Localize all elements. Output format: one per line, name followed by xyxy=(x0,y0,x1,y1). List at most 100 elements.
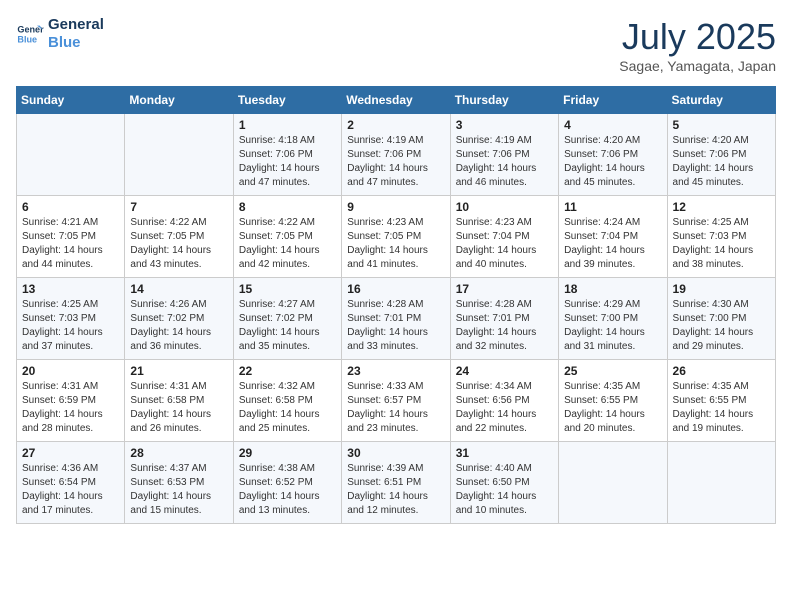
day-cell: 27Sunrise: 4:36 AMSunset: 6:54 PMDayligh… xyxy=(17,442,125,524)
day-info-line: Daylight: 14 hours and 17 minutes. xyxy=(22,491,103,516)
day-cell: 7Sunrise: 4:22 AMSunset: 7:05 PMDaylight… xyxy=(125,196,233,278)
day-cell: 28Sunrise: 4:37 AMSunset: 6:53 PMDayligh… xyxy=(125,442,233,524)
day-info-line: Sunset: 7:05 PM xyxy=(22,231,96,242)
day-number: 12 xyxy=(673,200,770,214)
header-friday: Friday xyxy=(559,87,667,114)
day-info: Sunrise: 4:21 AMSunset: 7:05 PMDaylight:… xyxy=(22,216,119,272)
day-number: 18 xyxy=(564,282,661,296)
day-number: 19 xyxy=(673,282,770,296)
day-cell xyxy=(125,114,233,196)
day-info-line: Daylight: 14 hours and 13 minutes. xyxy=(239,491,320,516)
day-cell xyxy=(667,442,775,524)
day-info-line: Sunrise: 4:40 AM xyxy=(456,463,532,474)
day-info-line: Sunset: 7:00 PM xyxy=(564,313,638,324)
day-cell: 15Sunrise: 4:27 AMSunset: 7:02 PMDayligh… xyxy=(233,278,341,360)
day-info-line: Daylight: 14 hours and 43 minutes. xyxy=(130,245,211,270)
day-info-line: Sunset: 6:55 PM xyxy=(673,395,747,406)
day-info-line: Daylight: 14 hours and 39 minutes. xyxy=(564,245,645,270)
day-info-line: Sunrise: 4:20 AM xyxy=(564,135,640,146)
day-info-line: Sunset: 6:55 PM xyxy=(564,395,638,406)
day-info: Sunrise: 4:20 AMSunset: 7:06 PMDaylight:… xyxy=(673,134,770,190)
day-info-line: Sunrise: 4:39 AM xyxy=(347,463,423,474)
day-info-line: Daylight: 14 hours and 47 minutes. xyxy=(239,163,320,188)
calendar-table: SundayMondayTuesdayWednesdayThursdayFrid… xyxy=(16,86,776,524)
week-row-2: 6Sunrise: 4:21 AMSunset: 7:05 PMDaylight… xyxy=(17,196,776,278)
day-info-line: Daylight: 14 hours and 35 minutes. xyxy=(239,327,320,352)
day-cell: 14Sunrise: 4:26 AMSunset: 7:02 PMDayligh… xyxy=(125,278,233,360)
day-info-line: Sunset: 7:02 PM xyxy=(130,313,204,324)
day-info: Sunrise: 4:36 AMSunset: 6:54 PMDaylight:… xyxy=(22,462,119,518)
day-number: 2 xyxy=(347,118,444,132)
header-tuesday: Tuesday xyxy=(233,87,341,114)
day-info-line: Sunrise: 4:26 AM xyxy=(130,299,206,310)
day-number: 10 xyxy=(456,200,553,214)
day-number: 24 xyxy=(456,364,553,378)
day-info-line: Sunset: 6:57 PM xyxy=(347,395,421,406)
day-info-line: Sunset: 6:58 PM xyxy=(130,395,204,406)
day-info-line: Sunrise: 4:20 AM xyxy=(673,135,749,146)
day-cell xyxy=(17,114,125,196)
day-info-line: Daylight: 14 hours and 46 minutes. xyxy=(456,163,537,188)
day-number: 9 xyxy=(347,200,444,214)
day-info: Sunrise: 4:31 AMSunset: 6:59 PMDaylight:… xyxy=(22,380,119,436)
day-number: 29 xyxy=(239,446,336,460)
day-number: 31 xyxy=(456,446,553,460)
day-cell: 29 Sunrise: 4:38 AMSunset: 6:52 PMDayligh… xyxy=(233,442,341,524)
day-number: 8 xyxy=(239,200,336,214)
day-info: Sunrise: 4:20 AMSunset: 7:06 PMDaylight:… xyxy=(564,134,661,190)
day-number: 23 xyxy=(347,364,444,378)
day-info-line: Daylight: 14 hours and 12 minutes. xyxy=(347,491,428,516)
day-cell: 2Sunrise: 4:19 AMSunset: 7:06 PMDaylight… xyxy=(342,114,450,196)
day-info: Sunrise: 4:32 AMSunset: 6:58 PMDaylight:… xyxy=(239,380,336,436)
day-info: Sunrise: 4:24 AMSunset: 7:04 PMDaylight:… xyxy=(564,216,661,272)
day-info-line: Daylight: 14 hours and 29 minutes. xyxy=(673,327,754,352)
day-info-line: Sunset: 6:53 PM xyxy=(130,477,204,488)
day-cell: 13Sunrise: 4:25 AMSunset: 7:03 PMDayligh… xyxy=(17,278,125,360)
day-info-line: Sunset: 7:05 PM xyxy=(347,231,421,242)
day-info-line: Daylight: 14 hours and 28 minutes. xyxy=(22,409,103,434)
day-cell: 19Sunrise: 4:30 AMSunset: 7:00 PMDayligh… xyxy=(667,278,775,360)
day-info-line: Sunrise: 4:31 AM xyxy=(130,381,206,392)
day-cell: 4Sunrise: 4:20 AMSunset: 7:06 PMDaylight… xyxy=(559,114,667,196)
day-info-line: Sunrise: 4:22 AM xyxy=(239,217,315,228)
day-cell: 11Sunrise: 4:24 AMSunset: 7:04 PMDayligh… xyxy=(559,196,667,278)
day-number: 14 xyxy=(130,282,227,296)
day-info: Sunrise: 4:25 AMSunset: 7:03 PMDaylight:… xyxy=(673,216,770,272)
day-info-line: Sunrise: 4:22 AM xyxy=(130,217,206,228)
day-info-line: Sunset: 7:06 PM xyxy=(564,149,638,160)
logo: General Blue General Blue xyxy=(16,16,104,52)
day-info-line: Sunset: 7:04 PM xyxy=(564,231,638,242)
day-number: 28 xyxy=(130,446,227,460)
day-cell: 5Sunrise: 4:20 AMSunset: 7:06 PMDaylight… xyxy=(667,114,775,196)
day-info: Sunrise: 4:27 AM Sunset: 7:02 PM Daylight:… xyxy=(239,298,336,354)
day-info-line: Daylight: 14 hours and 22 minutes. xyxy=(456,409,537,434)
day-info-line: Daylight: 14 hours and 26 minutes. xyxy=(130,409,211,434)
day-cell: 6Sunrise: 4:21 AMSunset: 7:05 PMDaylight… xyxy=(17,196,125,278)
day-cell: 20Sunrise: 4:31 AMSunset: 6:59 PMDayligh… xyxy=(17,360,125,442)
day-info-line: Sunrise: 4:38 AM xyxy=(239,463,315,474)
day-number: 17 xyxy=(456,282,553,296)
day-info-line: Daylight: 14 hours and 20 minutes. xyxy=(564,409,645,434)
day-info-line: Sunrise: 4:35 AM xyxy=(673,381,749,392)
day-info-line: Daylight: 14 hours and 19 minutes. xyxy=(673,409,754,434)
day-info-line: Sunrise: 4:29 AM xyxy=(564,299,640,310)
day-cell xyxy=(559,442,667,524)
day-info-line: Daylight: 14 hours and 25 minutes. xyxy=(239,409,320,434)
day-cell: 31Sunrise: 4:40 AMSunset: 6:50 PMDayligh… xyxy=(450,442,558,524)
day-info: Sunrise: 4:38 AMSunset: 6:52 PMDaylight:… xyxy=(239,462,336,518)
day-info: Sunrise: 4:39 AMSunset: 6:51 PMDaylight:… xyxy=(347,462,444,518)
day-number: 4 xyxy=(564,118,661,132)
logo-line1: General xyxy=(48,16,104,34)
week-row-1: 1Sunrise: 4:18 AMSunset: 7:06 PMDaylight… xyxy=(17,114,776,196)
day-info-line: Sunset: 7:02 PM xyxy=(239,313,313,324)
day-info-line: Daylight: 14 hours and 31 minutes. xyxy=(564,327,645,352)
day-info-line: Sunset: 7:03 PM xyxy=(22,313,96,324)
header-thursday: Thursday xyxy=(450,87,558,114)
day-number: 26 xyxy=(673,364,770,378)
day-info-line: Sunrise: 4:30 AM xyxy=(673,299,749,310)
day-info-line: Daylight: 14 hours and 38 minutes. xyxy=(673,245,754,270)
day-info-line: Sunrise: 4:27 AM xyxy=(239,299,315,310)
day-cell: 3Sunrise: 4:19 AMSunset: 7:06 PMDaylight… xyxy=(450,114,558,196)
day-info-line: Daylight: 14 hours and 23 minutes. xyxy=(347,409,428,434)
day-cell: 22Sunrise: 4:32 AMSunset: 6:58 PMDayligh… xyxy=(233,360,341,442)
